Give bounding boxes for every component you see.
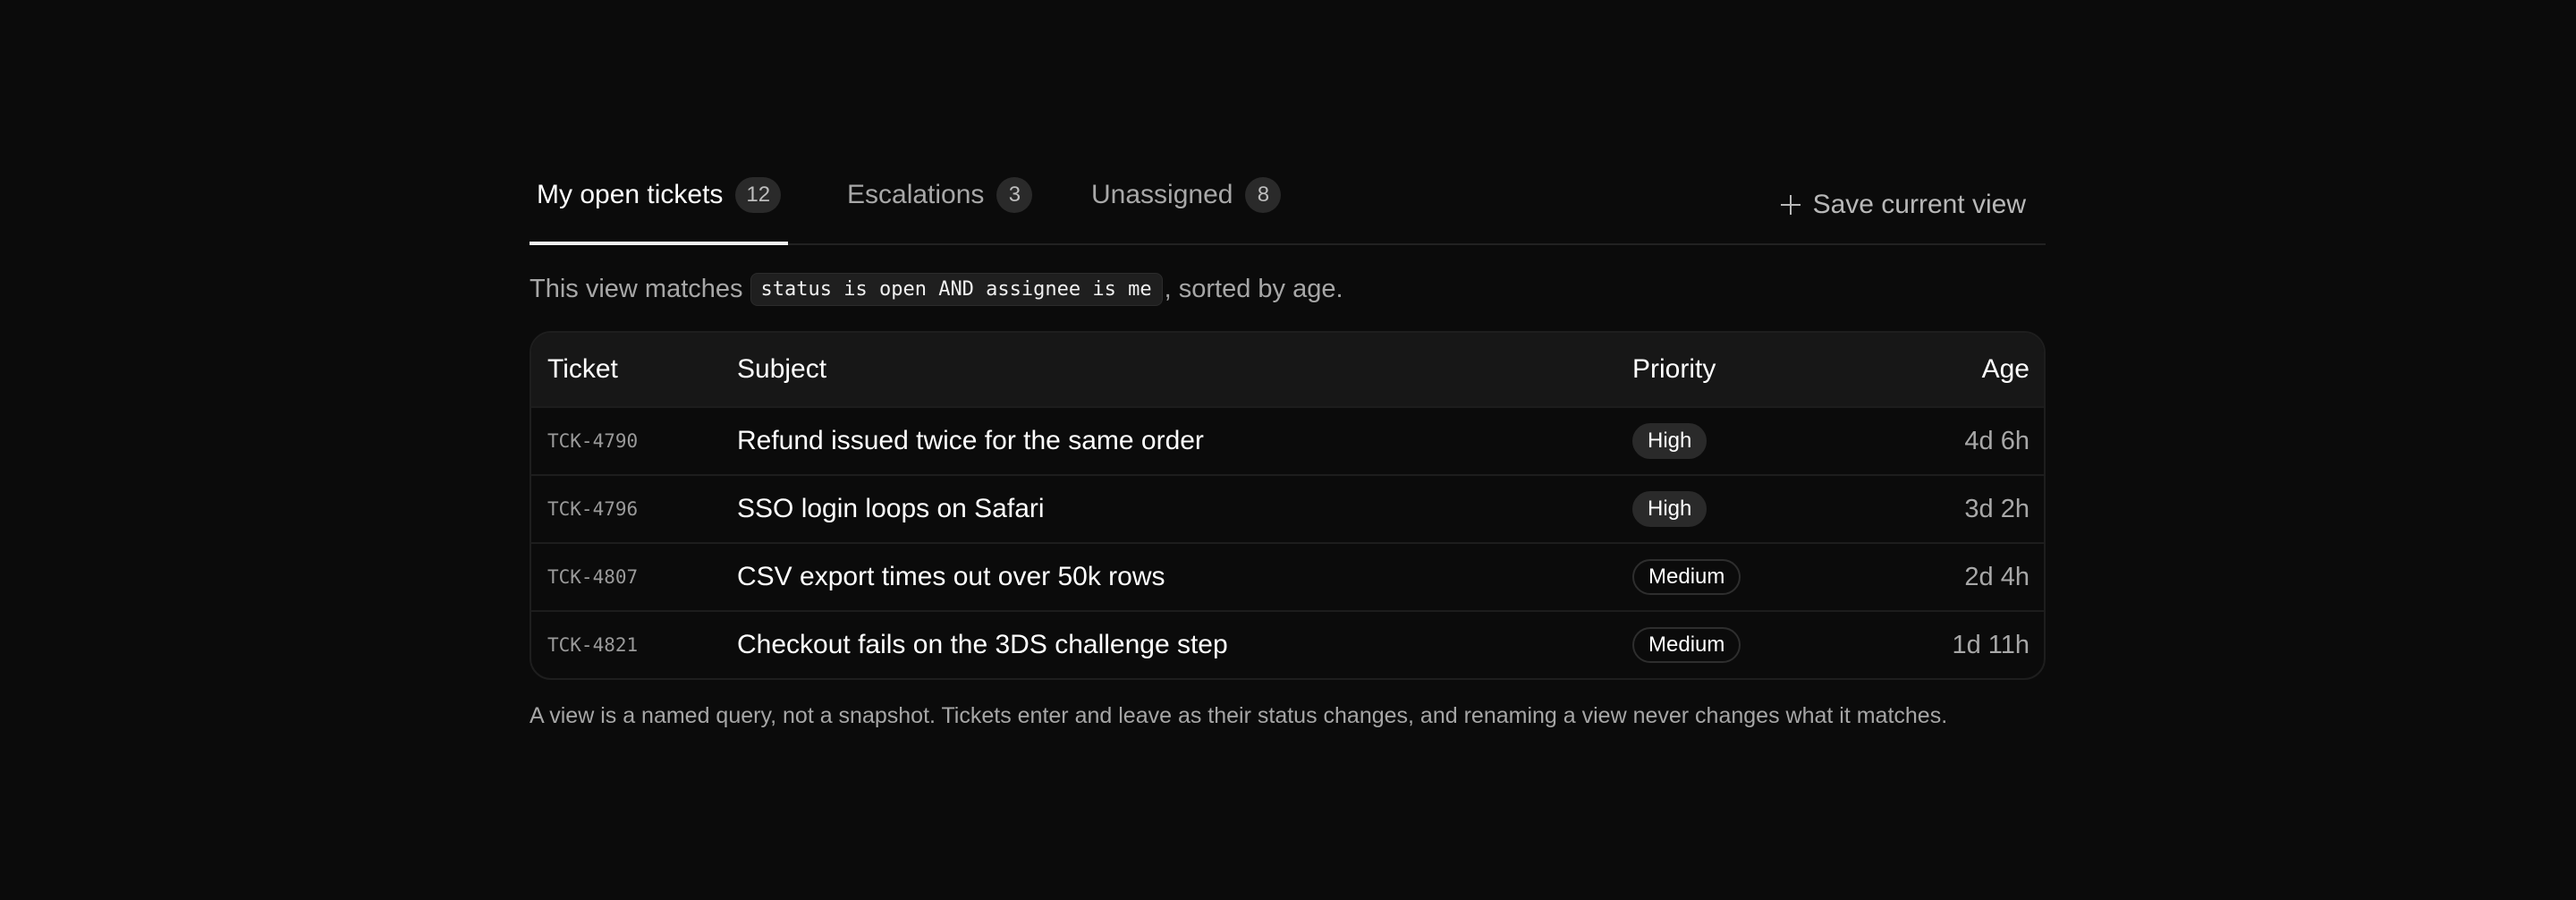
tab-count-badge: 12 <box>735 177 782 213</box>
ticket-age: 3d 2h <box>1964 494 2029 523</box>
table-row[interactable]: TCK-4821 Checkout fails on the 3DS chall… <box>531 610 2044 678</box>
footnote: A view is a named query, not a snapshot.… <box>530 703 1948 728</box>
table-row[interactable]: TCK-4796 SSO login loops on Safari High … <box>531 474 2044 542</box>
ticket-id[interactable]: TCK-4821 <box>531 634 737 656</box>
ticket-id[interactable]: TCK-4790 <box>531 430 737 452</box>
ticket-subject[interactable]: CSV export times out over 50k rows <box>737 562 1632 592</box>
table-row[interactable]: TCK-4807 CSV export times out over 50k r… <box>531 542 2044 610</box>
description-suffix: , sorted by age. <box>1164 274 1343 303</box>
priority-badge: Medium <box>1632 627 1741 663</box>
ticket-subject[interactable]: Refund issued twice for the same order <box>737 426 1632 456</box>
ticket-subject[interactable]: SSO login loops on Safari <box>737 494 1632 524</box>
priority-badge: High <box>1632 423 1707 459</box>
tab-count-badge: 3 <box>996 177 1033 213</box>
ticket-id[interactable]: TCK-4807 <box>531 566 737 588</box>
priority-badge: High <box>1632 491 1707 527</box>
ticket-age: 4d 6h <box>1964 426 2029 455</box>
plus-icon <box>1780 195 1801 215</box>
column-header-priority[interactable]: Priority <box>1632 354 1901 385</box>
description-prefix: This view matches <box>530 274 743 303</box>
tab-label: Unassigned <box>1091 180 1233 209</box>
save-current-view-button[interactable]: Save current view <box>1780 159 2026 243</box>
tickets-table: Ticket Subject Priority Age TCK-4790 Ref… <box>530 331 2046 680</box>
column-header-age[interactable]: Age <box>1901 354 2044 385</box>
save-view-label: Save current view <box>1812 190 2026 219</box>
tab-count-badge: 8 <box>1245 177 1282 213</box>
saved-views-panel: My open tickets 12 Escalations 3 Unassig… <box>529 159 2046 729</box>
ticket-subject[interactable]: Checkout fails on the 3DS challenge step <box>737 630 1632 660</box>
ticket-age: 2d 4h <box>1964 562 2029 591</box>
tab-escalations[interactable]: Escalations 3 <box>847 159 1033 243</box>
tab-my-open-tickets[interactable]: My open tickets 12 <box>529 159 789 245</box>
ticket-age: 1d 11h <box>1952 630 2029 659</box>
table-row[interactable]: TCK-4790 Refund issued twice for the sam… <box>531 406 2044 474</box>
view-tabs: My open tickets 12 Escalations 3 Unassig… <box>529 159 2046 245</box>
column-header-subject[interactable]: Subject <box>737 354 1632 385</box>
tab-unassigned[interactable]: Unassigned 8 <box>1091 159 1282 243</box>
query-code: status is open AND assignee is me <box>750 272 1163 306</box>
column-header-ticket[interactable]: Ticket <box>531 354 737 385</box>
priority-badge: Medium <box>1632 559 1741 595</box>
view-description: This view matches status is open AND ass… <box>530 268 2046 310</box>
tab-label: Escalations <box>847 180 985 209</box>
table-header: Ticket Subject Priority Age <box>531 333 2044 406</box>
ticket-id[interactable]: TCK-4796 <box>531 498 737 520</box>
tab-label: My open tickets <box>537 180 724 209</box>
